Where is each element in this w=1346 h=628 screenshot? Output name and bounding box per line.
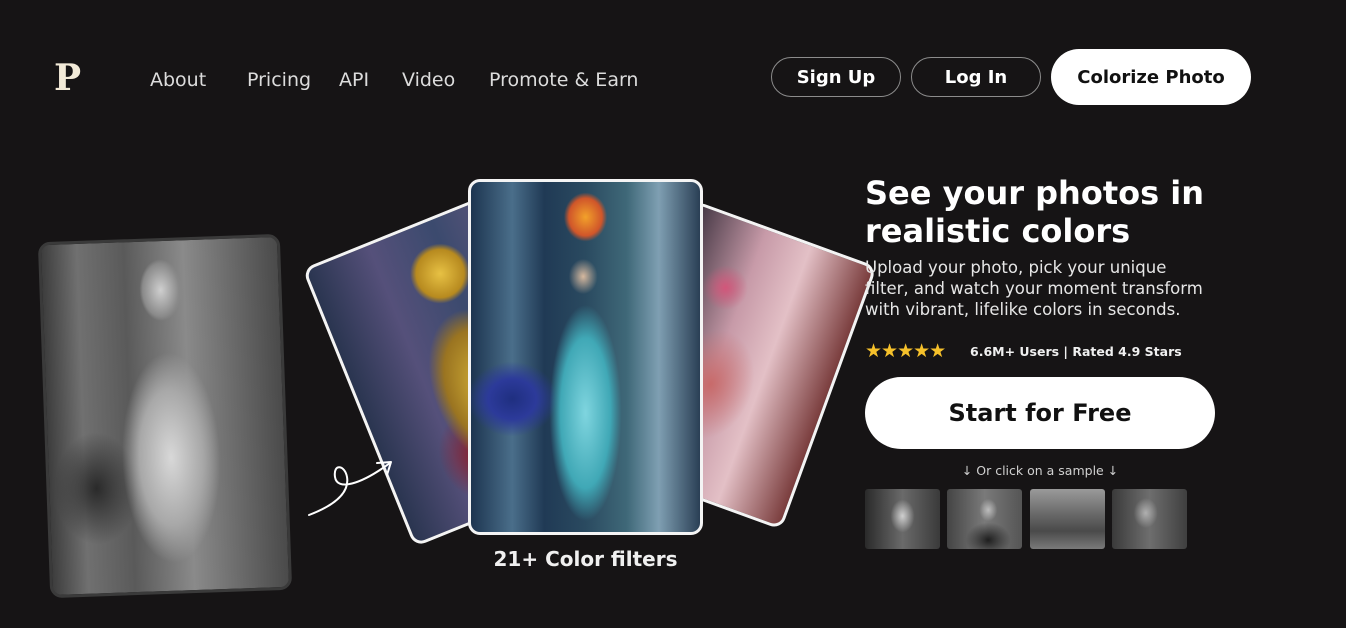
rating-text: 6.6M+ Users | Rated 4.9 Stars xyxy=(970,344,1182,359)
color-filter-photo-center xyxy=(468,179,703,535)
nav-video[interactable]: Video xyxy=(402,68,455,92)
curly-arrow-icon xyxy=(308,461,392,516)
rating-stars-icon: ★★★★★ xyxy=(865,340,946,362)
sample-photo-3[interactable] xyxy=(1030,489,1105,549)
bw-original-photo xyxy=(37,233,293,599)
sample-photo-2[interactable] xyxy=(947,489,1022,549)
colorize-photo-button[interactable]: Colorize Photo xyxy=(1051,49,1251,105)
nav-promote-earn[interactable]: Promote & Earn xyxy=(489,68,638,92)
nav-api[interactable]: API xyxy=(339,68,369,92)
sample-hint: ↓ Or click on a sample ↓ xyxy=(961,463,1119,478)
sign-up-button[interactable]: Sign Up xyxy=(771,57,901,97)
start-for-free-button[interactable]: Start for Free xyxy=(865,377,1215,449)
logo[interactable]: P xyxy=(54,60,81,96)
nav-about[interactable]: About xyxy=(150,68,206,92)
nav-pricing[interactable]: Pricing xyxy=(247,68,311,92)
filters-label: 21+ Color filters xyxy=(493,547,678,571)
hero-subtext: Upload your photo, pick your unique filt… xyxy=(865,258,1203,319)
hero-headline: See your photos in realistic colors xyxy=(865,174,1205,250)
sample-photo-4[interactable] xyxy=(1112,489,1187,549)
sample-photo-1[interactable] xyxy=(865,489,940,549)
log-in-button[interactable]: Log In xyxy=(911,57,1041,97)
